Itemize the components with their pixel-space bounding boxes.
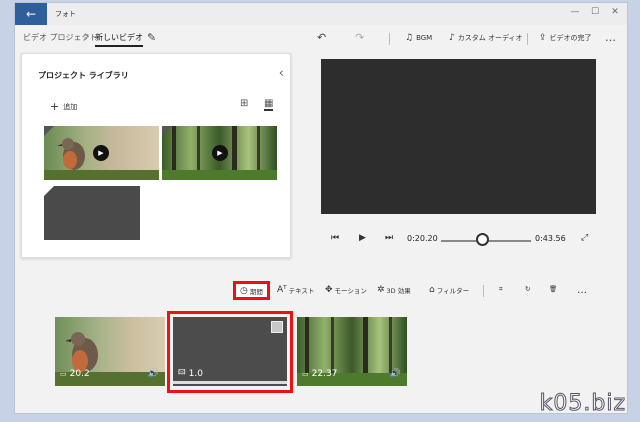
custom-audio-label: カスタム オーディオ	[457, 34, 523, 42]
fullscreen-icon[interactable]: ⤢	[581, 233, 588, 243]
finish-video-label: ビデオの完了	[549, 34, 592, 42]
export-icon: ⇪	[539, 33, 547, 43]
add-label: 追加	[63, 102, 78, 111]
effects-icon: ✲	[377, 285, 385, 295]
clock-icon: ◷	[240, 285, 248, 296]
filter-button[interactable]: ⌂ フィルター	[429, 285, 469, 295]
storyboard-clip-bird[interactable]: ▭ 20.2 🔊	[55, 317, 165, 386]
moss-ground	[44, 170, 159, 180]
clip-duration: ▭ 20.2	[60, 369, 90, 379]
clip-duration: ▭ 22.37	[302, 369, 337, 379]
motion-button[interactable]: ✥ モーション	[325, 285, 367, 295]
video-clip-icon: ▭	[302, 370, 309, 378]
total-time: 0:43.56	[535, 234, 566, 243]
redo-icon[interactable]: ↷	[355, 31, 364, 44]
duration-button[interactable]: ◷ 期間	[233, 281, 270, 300]
app-title: フォト	[55, 10, 76, 18]
library-thumbnail-bird-video[interactable]: ▶	[44, 126, 159, 180]
play-button-icon[interactable]: ▶	[359, 233, 366, 243]
custom-audio-button[interactable]: ♪ カスタム オーディオ	[449, 33, 523, 43]
bgm-button[interactable]: ♫ BGM	[405, 33, 432, 43]
playback-controls: ⏮ ▶ ⏭ 0:20.20 0:43.56 ⤢	[15, 229, 627, 249]
watermark: k05.biz	[539, 391, 626, 417]
selected-clip-highlight	[167, 311, 293, 393]
rotate-icon[interactable]: ↻	[525, 285, 530, 293]
thumbnail-corner	[44, 126, 54, 136]
delete-icon[interactable]: 🗑	[549, 285, 557, 293]
collapse-chevron-icon[interactable]: ‹	[279, 66, 284, 81]
breadcrumb-separator: >	[83, 32, 90, 41]
storyboard-clip-forest[interactable]: ▭ 22.37 🔊	[297, 317, 407, 386]
finish-video-button[interactable]: ⇪ ビデオの完了	[539, 33, 592, 43]
large-grid-view-icon[interactable]: ⊞	[240, 98, 248, 109]
minimize-button[interactable]: —	[567, 7, 583, 17]
separator	[483, 285, 484, 297]
photos-window: ← フォト — ☐ ✕ ビデオ プロジェクト > 新しいビデオ ✎ ↶ ↷ ♫ …	[14, 2, 628, 414]
undo-icon[interactable]: ↶	[317, 31, 326, 44]
storyboard-toolbar: ◷ 期間 Aᵀ テキスト ✥ モーション ✲ 3D 効果 ⌂ フィルター ⌗ ↻…	[15, 281, 627, 301]
speaker-icon[interactable]: 🔊	[148, 369, 159, 379]
audio-icon: ♪	[449, 33, 455, 43]
separator	[389, 33, 390, 45]
library-title: プロジェクト ライブラリ	[38, 71, 129, 80]
rename-pencil-icon[interactable]: ✎	[147, 31, 156, 44]
resize-icon[interactable]: ⌗	[499, 285, 503, 294]
plus-icon: +	[50, 100, 60, 113]
motion-icon: ✥	[325, 285, 333, 295]
maximize-button[interactable]: ☐	[587, 7, 603, 17]
more-options-icon[interactable]: …	[577, 285, 587, 296]
back-arrow-icon: ←	[25, 7, 37, 21]
forward-icon[interactable]: ⏭	[385, 233, 393, 243]
duration-label: 期間	[249, 287, 263, 296]
thumbnail-corner	[162, 126, 172, 136]
command-bar: ビデオ プロジェクト > 新しいビデオ ✎ ↶ ↷ ♫ BGM ♪ カスタム オ…	[15, 27, 627, 49]
clip-duration-value: 20.2	[69, 369, 90, 379]
current-time: 0:20.20	[407, 234, 438, 243]
music-note-icon: ♫	[405, 33, 414, 43]
play-icon: ▶	[93, 145, 109, 161]
rewind-icon[interactable]: ⏮	[331, 233, 339, 243]
text-icon: Aᵀ	[277, 285, 287, 295]
filter-label: フィルター	[436, 287, 470, 295]
filter-icon: ⌂	[429, 285, 435, 295]
storyboard: ▭ 20.2 🔊 🖾 1.0 ▭ 22.37 🔊	[15, 309, 627, 399]
close-button[interactable]: ✕	[607, 7, 623, 17]
seek-thumb[interactable]	[475, 233, 489, 246]
video-clip-icon: ▭	[60, 370, 67, 378]
breadcrumb-current: 新しいビデオ	[95, 32, 143, 47]
separator	[527, 33, 528, 45]
speaker-icon[interactable]: 🔊	[390, 369, 401, 379]
small-grid-view-icon[interactable]: ▦	[264, 98, 274, 111]
add-media-button[interactable]: + 追加	[50, 100, 77, 113]
text-label: テキスト	[288, 287, 315, 295]
video-preview[interactable]	[321, 59, 596, 214]
3d-effects-button[interactable]: ✲ 3D 効果	[377, 285, 411, 295]
more-options-icon[interactable]: …	[605, 31, 616, 44]
library-thumbnail-forest-video[interactable]: ▶	[162, 126, 277, 180]
3d-effects-label: 3D 効果	[386, 287, 411, 295]
clip-duration-value: 22.37	[311, 369, 338, 379]
title-bar: ← フォト — ☐ ✕	[15, 3, 627, 25]
text-button[interactable]: Aᵀ テキスト	[277, 285, 314, 295]
play-icon: ▶	[212, 145, 228, 161]
project-library-panel: プロジェクト ライブラリ ‹ + 追加 ⊞ ▦ ▶ ▶	[21, 53, 291, 258]
bgm-label: BGM	[416, 34, 433, 42]
back-button[interactable]: ←	[15, 3, 47, 25]
motion-label: モーション	[334, 287, 367, 295]
